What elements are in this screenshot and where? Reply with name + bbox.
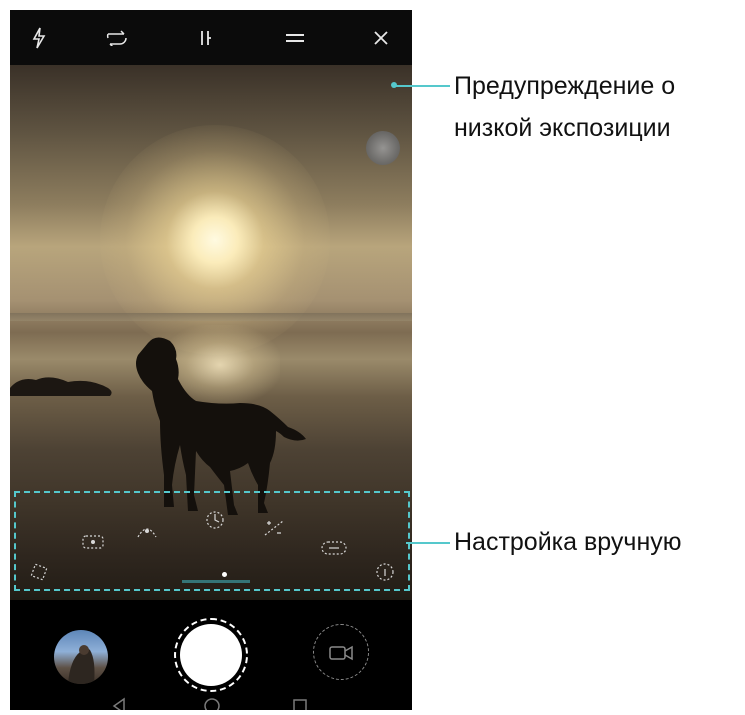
back-icon[interactable] xyxy=(110,697,128,710)
shutter-speed-icon[interactable] xyxy=(198,510,232,530)
shutter-button-inner xyxy=(180,624,242,686)
rocks xyxy=(10,377,112,396)
exposure-warning-callout-line xyxy=(394,85,450,87)
reset-icon[interactable] xyxy=(22,562,56,582)
exposure-warning-label-line1: Предупреждение о xyxy=(454,72,676,100)
exposure-warning-callout-dot xyxy=(391,82,397,88)
camera-bottom-bar xyxy=(10,600,412,710)
metering-icon[interactable] xyxy=(76,532,110,552)
horizon xyxy=(10,313,412,321)
close-icon[interactable] xyxy=(366,24,396,52)
exposure-warning-label-line2: низкой экспозиции xyxy=(454,114,671,142)
white-balance-icon[interactable] xyxy=(317,538,351,558)
hdr-icon[interactable] xyxy=(102,24,132,52)
home-icon[interactable] xyxy=(203,697,221,710)
gallery-thumbnail[interactable] xyxy=(54,630,108,684)
exposure-icon[interactable] xyxy=(257,518,291,538)
manual-settings-callout-line xyxy=(406,542,450,544)
menu-icon[interactable] xyxy=(280,24,310,52)
iso-icon[interactable] xyxy=(130,520,164,540)
info-icon[interactable] xyxy=(368,562,402,582)
camera-app-screen xyxy=(10,10,412,710)
manual-settings-label: Настройка вручную xyxy=(454,528,682,556)
timer-icon[interactable] xyxy=(191,24,221,52)
recents-icon[interactable] xyxy=(291,697,309,710)
low-exposure-warning-icon[interactable] xyxy=(366,131,400,165)
camera-top-toolbar xyxy=(10,10,412,65)
video-switch-icon[interactable] xyxy=(313,624,369,680)
shutter-button[interactable] xyxy=(174,618,248,692)
flash-icon[interactable] xyxy=(24,24,54,52)
